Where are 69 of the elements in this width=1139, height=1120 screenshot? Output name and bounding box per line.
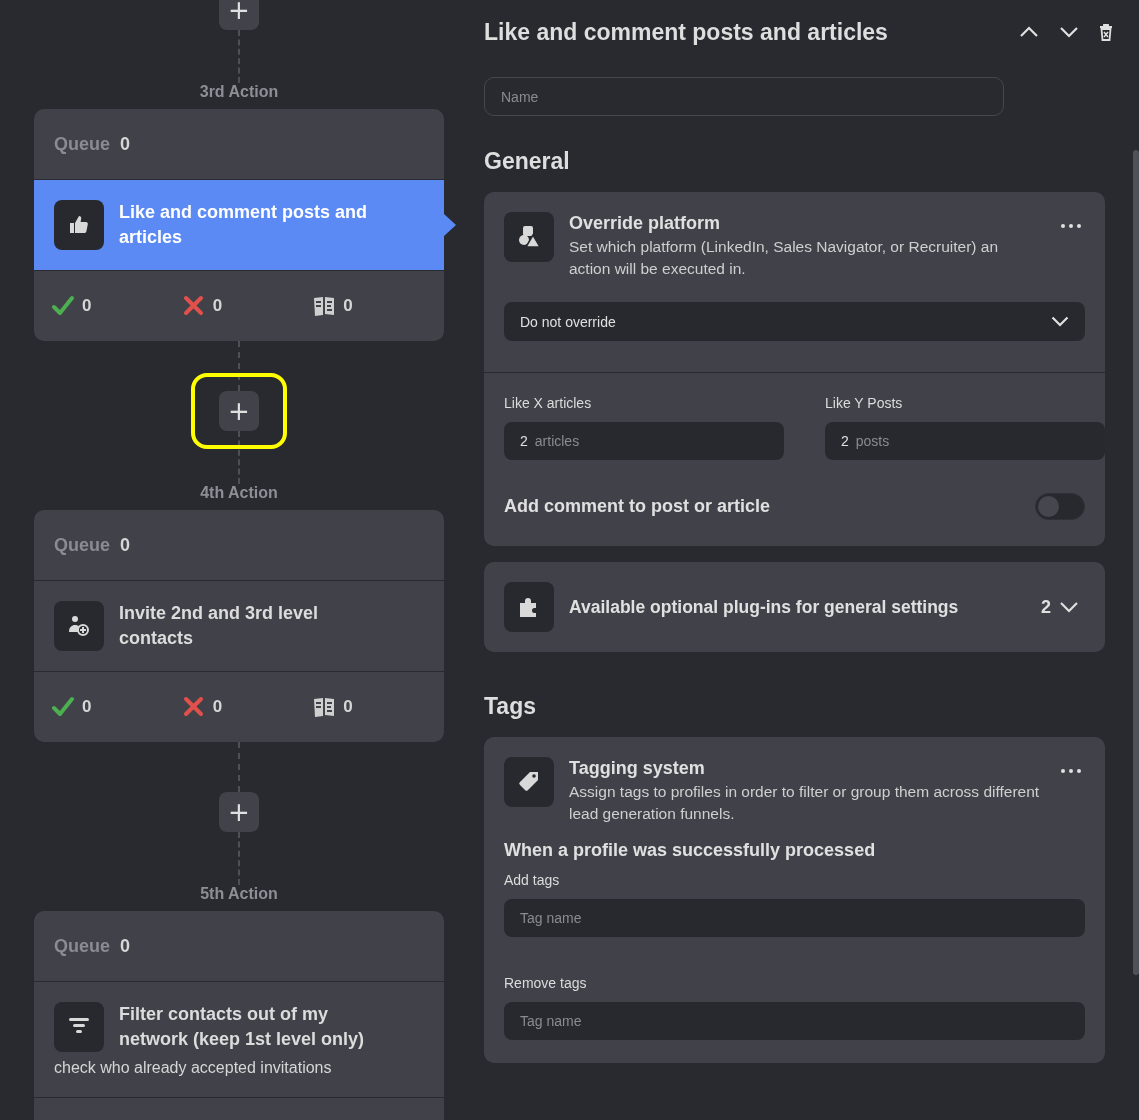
panel-title: Like and comment posts and articles — [484, 18, 889, 46]
number-field[interactable]: 2 articles — [504, 422, 784, 460]
queue-count: 0 — [120, 534, 131, 556]
connector-line — [238, 431, 240, 484]
thumbs-up-icon — [68, 214, 90, 236]
connector-line — [238, 832, 240, 885]
more-icon — [1061, 769, 1081, 773]
stat-count: 0 — [343, 296, 353, 316]
section-heading: Tags — [484, 693, 537, 721]
tag-icon — [517, 770, 541, 794]
step-label: 3rd Action — [199, 83, 279, 101]
chevron-up-icon — [1019, 26, 1039, 38]
tag-field[interactable]: Tag name — [504, 899, 1085, 937]
add-action-button[interactable]: + — [219, 0, 259, 30]
plugins-title: Available optional plug-ins for general settings — [569, 596, 960, 618]
action-item[interactable]: Filter contacts out of my network (keep 1st level only) check who already accepted invitations — [34, 982, 444, 1098]
plugin-title: Tagging system — [569, 758, 706, 779]
field-label: Add tags — [504, 872, 561, 888]
shapes-icon — [517, 225, 541, 249]
number-field[interactable]: 2 posts — [825, 422, 1105, 460]
book-icon — [313, 295, 336, 317]
subheading: When a profile was successfully processed — [504, 840, 877, 861]
plugins-card[interactable]: Available optional plug-ins for general settings 2 — [484, 562, 1105, 652]
action-description: check who already accepted invitations — [54, 1059, 333, 1077]
toggle-switch[interactable] — [1035, 493, 1085, 520]
tag-field[interactable]: Tag name — [504, 1002, 1085, 1040]
stat-count: 0 — [212, 697, 223, 717]
person-add-icon — [68, 615, 90, 637]
check-icon — [52, 696, 74, 718]
platform-dropdown[interactable]: Do not override — [504, 302, 1085, 341]
stat-count: 0 — [82, 697, 92, 717]
action-card[interactable]: Queue 0 Filter contacts out of my network (keep 1st level only) check who already accepted invitations — [34, 911, 444, 1120]
cross-icon — [182, 295, 205, 317]
field-label: Remove tags — [504, 975, 588, 991]
section-heading: General — [484, 148, 571, 176]
action-title: Like and comment posts and articles — [119, 201, 369, 249]
plugin-description: Set which platform (LinkedIn, Sales Navigator, or Recruiter) an action will be executed in. — [569, 237, 1000, 279]
chevron-down-icon — [1059, 26, 1079, 38]
name-field[interactable]: Name — [484, 77, 1004, 116]
queue-count: 0 — [120, 935, 131, 957]
queue-label: Queue — [54, 133, 110, 155]
queue-count: 0 — [120, 133, 131, 155]
step-label: 4th Action — [200, 484, 278, 502]
stat-count: 0 — [343, 697, 353, 717]
action-item[interactable]: Invite 2nd and 3rd level contacts — [34, 581, 444, 672]
plugin-title: Override platform — [569, 213, 722, 234]
book-icon — [313, 696, 336, 718]
add-action-button[interactable]: + — [219, 792, 259, 832]
stat-count: 0 — [82, 296, 92, 316]
step-label: 5th Action — [200, 885, 278, 903]
action-title: Filter contacts out of my network (keep 1st level only) — [119, 1003, 366, 1051]
queue-label: Queue — [54, 534, 110, 556]
stat-count: 0 — [212, 296, 223, 316]
action-title: Invite 2nd and 3rd level contacts — [119, 602, 320, 650]
toggle-label: Add comment to post or article — [504, 496, 771, 517]
connector-line — [238, 30, 240, 83]
action-card[interactable]: Queue 0 Invite 2nd and 3rd level contacts 0 0 0 — [34, 510, 444, 742]
plugin-description: Assign tags to profiles in order to filter or group them across different lead generation funnels. — [569, 782, 1041, 824]
scrollbar-thumb[interactable] — [1133, 150, 1139, 975]
plugins-count: 2 — [1041, 596, 1051, 618]
field-label: Like X articles — [504, 395, 593, 411]
queue-label: Queue — [54, 935, 110, 957]
cross-icon — [182, 696, 205, 718]
more-icon — [1061, 224, 1081, 228]
field-label: Like Y Posts — [825, 395, 904, 411]
chevron-down-icon — [1051, 316, 1069, 327]
add-action-button[interactable]: + — [219, 391, 259, 431]
trash-icon — [1099, 23, 1113, 41]
check-icon — [52, 295, 74, 317]
